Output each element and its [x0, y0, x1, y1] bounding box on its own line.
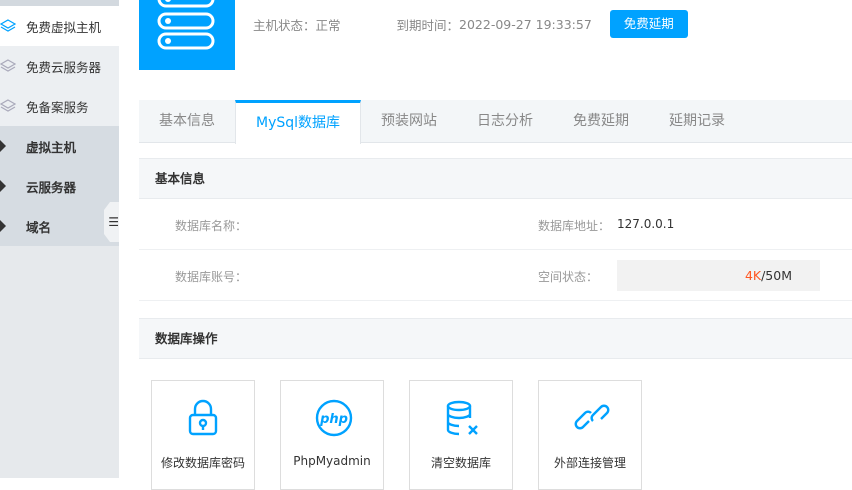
- expire-label: 到期时间：: [396, 17, 460, 33]
- card-label: 清空数据库: [430, 456, 491, 470]
- external-connection-card[interactable]: 外部连接管理: [538, 380, 642, 490]
- database-clear-icon: [446, 400, 478, 436]
- tab-basic-info[interactable]: 基本信息: [139, 100, 235, 142]
- sidebar-item-label: 虚拟主机: [26, 139, 77, 155]
- host-status-bar: 主机状态：正常 到期时间： 2022-09-27 19:33:57 免费延期: [253, 10, 688, 38]
- tab-renew-records[interactable]: 延期记录: [649, 100, 745, 142]
- db-name-label: 数据库名称：: [175, 219, 248, 233]
- sidebar-item-no-icp[interactable]: 免备案服务: [0, 86, 119, 126]
- clear-database-card[interactable]: 清空数据库: [409, 380, 513, 490]
- db-addr-value: 127.0.0.1: [617, 217, 675, 231]
- section-title-ops: 数据库操作: [139, 318, 852, 359]
- collapse-icon: ☰: [108, 215, 119, 229]
- host-status: 主机状态：正常: [253, 17, 341, 33]
- tab-mysql[interactable]: MySql数据库: [235, 100, 362, 144]
- server-icon: [157, 0, 215, 50]
- section-title-basic: 基本信息: [139, 158, 852, 199]
- db-info-row: 数据库名称： 数据库地址： 127.0.0.1: [139, 199, 852, 250]
- sidebar-item-domain[interactable]: 域名: [0, 206, 119, 246]
- link-icon: [574, 404, 610, 430]
- space-usage-bar: 4K/50M: [617, 260, 820, 291]
- tab-log-analysis[interactable]: 日志分析: [457, 100, 553, 142]
- sidebar-item-label: 云服务器: [26, 179, 77, 195]
- caret-right-icon: [0, 140, 6, 152]
- sidebar-item-free-vhost[interactable]: 免费虚拟主机: [0, 6, 119, 46]
- card-label: PhpMyadmin: [293, 454, 371, 468]
- sidebar-item-cloud[interactable]: 云服务器: [0, 166, 119, 206]
- phpmyadmin-card[interactable]: php PhpMyadmin: [280, 380, 384, 490]
- sidebar-item-free-cloud[interactable]: 免费云服务器: [0, 46, 119, 86]
- renew-button[interactable]: 免费延期: [609, 10, 688, 38]
- sidebar-item-vhost[interactable]: 虚拟主机: [0, 126, 119, 166]
- tab-free-renew[interactable]: 免费延期: [553, 100, 649, 142]
- db-addr-label: 数据库地址：: [538, 219, 611, 233]
- change-password-card[interactable]: 修改数据库密码: [151, 380, 255, 490]
- sidebar-item-label: 免备案服务: [26, 99, 89, 115]
- space-label: 空间状态：: [538, 270, 599, 284]
- sidebar-item-label: 免费云服务器: [26, 59, 102, 75]
- svg-text:php: php: [319, 412, 348, 427]
- sidebar-item-label: 域名: [26, 219, 52, 235]
- expire-value: 2022-09-27 19:33:57: [459, 16, 592, 32]
- collapse-sidebar-button[interactable]: ☰: [104, 202, 119, 242]
- layers-icon: [0, 19, 16, 32]
- db-account-label: 数据库账号：: [175, 270, 248, 284]
- php-icon: php: [315, 399, 353, 437]
- space-used: 4K: [744, 268, 762, 283]
- sidebar: 免费虚拟主机 免费云服务器 免备案服务 虚拟主机 云服务器 域名 ☰: [0, 0, 119, 478]
- lock-icon: [188, 399, 218, 436]
- layers-icon: [0, 59, 16, 72]
- sidebar-item-label: 免费虚拟主机: [26, 19, 102, 35]
- space-total: /50M: [761, 268, 792, 283]
- db-account-row: 数据库账号： 空间状态： 4K/50M: [139, 250, 852, 301]
- tab-bar: 基本信息 MySql数据库 预装网站 日志分析 免费延期 延期记录: [139, 100, 852, 144]
- layers-icon: [0, 99, 16, 112]
- caret-right-icon: [0, 220, 6, 232]
- card-label: 修改数据库密码: [160, 456, 245, 470]
- tab-preinstalled-site[interactable]: 预装网站: [361, 100, 457, 142]
- server-logo: [139, 0, 235, 70]
- caret-right-icon: [0, 180, 6, 192]
- card-label: 外部连接管理: [553, 456, 626, 470]
